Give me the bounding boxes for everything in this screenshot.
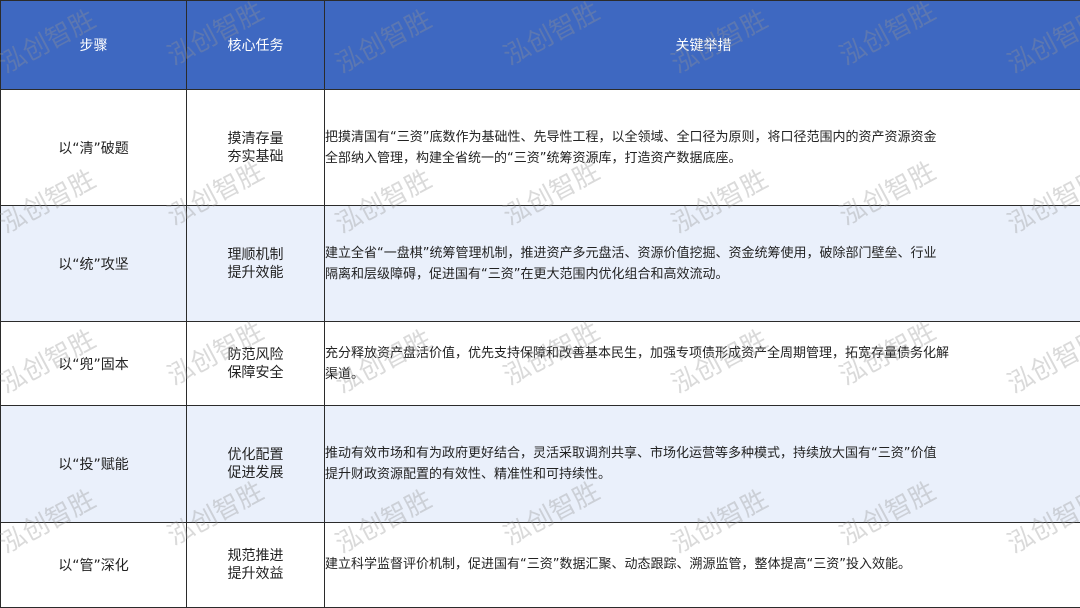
task-line: 防范风险 — [227, 346, 284, 363]
measures-line: 建立全省“一盘棋”统筹管理机制，推进资产多元盘活、资源价值挖掘、资金统筹使用，破… — [325, 245, 937, 261]
task-cell: 摸清存量 夯实基础 — [186, 88, 325, 207]
measures-line: 提升财政资源配置的有效性、精准性和可持续性。 — [325, 466, 612, 482]
step-cell: 以“投”赋能 — [0, 404, 187, 523]
table-row: 以“管”深化 规范推进 提升效益 建立科学监督评价机制，促进国有“三资”数据汇聚… — [0, 521, 1080, 608]
measures-line: 充分释放资产盘活价值，优先支持保障和改善基本民生，加强专项债形成资产全周期管理，… — [325, 345, 950, 361]
measures-table: 步骤 核心任务 关键举措 以“清”破题 摸清存量 夯实基础 把摸清国有“三资”底… — [0, 0, 1080, 608]
step-cell: 以“清”破题 — [0, 88, 187, 207]
task-line: 摸清存量 — [227, 130, 284, 147]
step-cell: 以“兜”固本 — [0, 321, 187, 406]
header-task: 核心任务 — [186, 0, 325, 90]
step-cell: 以“管”深化 — [0, 521, 187, 608]
measures-line: 建立科学监督评价机制，促进国有“三资”数据汇聚、动态跟踪、溯源监管，整体提高“三… — [325, 557, 911, 573]
task-cell: 理顺机制 提升效能 — [186, 205, 325, 323]
task-cell: 优化配置 促进发展 — [186, 404, 325, 523]
table-row: 以“兜”固本 防范风险 保障安全 充分释放资产盘活价值，优先支持保障和改善基本民… — [0, 321, 1080, 406]
task-line: 提升效能 — [227, 264, 284, 281]
measures-cell: 充分释放资产盘活价值，优先支持保障和改善基本民生，加强专项债形成资产全周期管理，… — [324, 321, 1080, 406]
measures-line: 渠道。 — [325, 366, 365, 382]
measures-cell: 把摸清国有“三资”底数作为基础性、先导性工程，以全领域、全口径为原则，将口径范围… — [324, 88, 1080, 207]
task-line: 理顺机制 — [227, 246, 284, 263]
measures-line: 把摸清国有“三资”底数作为基础性、先导性工程，以全领域、全口径为原则，将口径范围… — [325, 129, 937, 145]
measures-cell: 推动有效市场和有为政府更好结合，灵活采取调剂共享、市场化运营等多种模式，持续放大… — [324, 404, 1080, 523]
task-line: 优化配置 — [227, 446, 284, 463]
task-cell: 防范风险 保障安全 — [186, 321, 325, 406]
task-line: 规范推进 — [227, 547, 284, 564]
task-line: 保障安全 — [227, 364, 284, 381]
header-measures: 关键举措 — [324, 0, 1080, 90]
header-row: 步骤 核心任务 关键举措 — [0, 0, 1080, 90]
task-line: 夯实基础 — [227, 148, 284, 165]
measures-cell: 建立全省“一盘棋”统筹管理机制，推进资产多元盘活、资源价值挖掘、资金统筹使用，破… — [324, 205, 1080, 323]
table-row: 以“统”攻坚 理顺机制 提升效能 建立全省“一盘棋”统筹管理机制，推进资产多元盘… — [0, 205, 1080, 323]
task-cell: 规范推进 提升效益 — [186, 521, 325, 608]
measures-line: 隔离和层级障碍，促进国有“三资”在更大范围内优化组合和高效流动。 — [325, 266, 729, 282]
measures-cell: 建立科学监督评价机制，促进国有“三资”数据汇聚、动态跟踪、溯源监管，整体提高“三… — [324, 521, 1080, 608]
step-cell: 以“统”攻坚 — [0, 205, 187, 323]
table-row: 以“投”赋能 优化配置 促进发展 推动有效市场和有为政府更好结合，灵活采取调剂共… — [0, 404, 1080, 523]
task-line: 促进发展 — [227, 464, 284, 481]
task-line: 提升效益 — [227, 565, 284, 582]
header-step: 步骤 — [0, 0, 187, 90]
measures-line: 推动有效市场和有为政府更好结合，灵活采取调剂共享、市场化运营等多种模式，持续放大… — [325, 445, 937, 461]
measures-line: 全部纳入管理，构建全省统一的“三资”统筹资源库，打造资产数据底座。 — [325, 150, 742, 166]
table-row: 以“清”破题 摸清存量 夯实基础 把摸清国有“三资”底数作为基础性、先导性工程，… — [0, 88, 1080, 207]
